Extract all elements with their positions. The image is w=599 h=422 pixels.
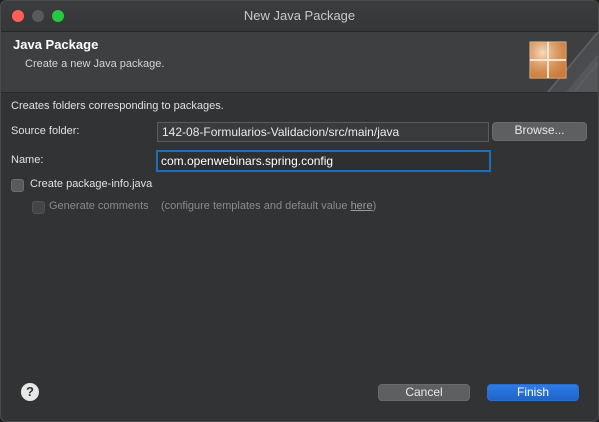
- source-folder-label: Source folder:: [11, 125, 80, 137]
- help-icon[interactable]: ?: [21, 383, 39, 401]
- hint-suffix: ): [372, 200, 377, 212]
- browse-button[interactable]: Browse...: [492, 122, 587, 141]
- generate-comments-checkbox[interactable]: [32, 201, 45, 214]
- wizard-header: Java Package Create a new Java package.: [1, 32, 598, 93]
- wizard-intro-text: Creates folders corresponding to package…: [11, 100, 224, 112]
- title-bar: New Java Package: [1, 1, 598, 32]
- create-package-info-label: Create package-info.java: [30, 178, 153, 190]
- generate-comments-label: Generate comments: [49, 200, 149, 212]
- package-wizard-icon: [529, 32, 598, 92]
- create-package-info-checkbox[interactable]: [11, 179, 24, 192]
- source-folder-input[interactable]: [157, 122, 489, 142]
- cancel-button[interactable]: Cancel: [378, 384, 470, 401]
- wizard-title: Java Package: [13, 37, 99, 52]
- new-java-package-dialog: New Java Package Java Package Create a n…: [0, 0, 599, 422]
- wizard-description: Create a new Java package.: [25, 58, 165, 70]
- package-name-input[interactable]: [156, 150, 491, 172]
- wizard-body: Creates folders corresponding to package…: [1, 93, 598, 421]
- hint-prefix: (configure templates and default value: [161, 200, 351, 212]
- generate-comments-hint: (configure templates and default value h…: [161, 200, 376, 212]
- window-title: New Java Package: [243, 8, 356, 23]
- configure-templates-link[interactable]: here: [351, 200, 373, 212]
- finish-button[interactable]: Finish: [487, 384, 579, 401]
- name-label: Name:: [11, 154, 44, 166]
